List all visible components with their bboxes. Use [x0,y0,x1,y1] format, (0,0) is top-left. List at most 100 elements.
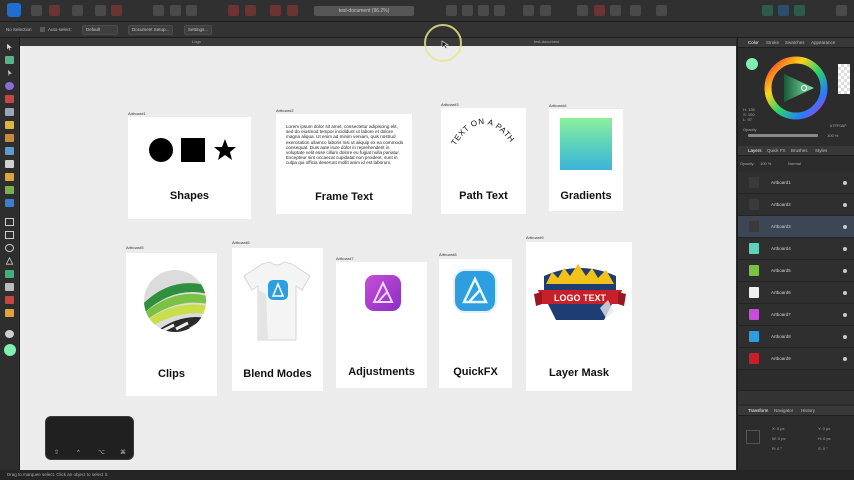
artboard-adjustments[interactable]: Adjustments [336,262,427,388]
layer-visibility-toggle[interactable] [843,335,847,339]
anchor-selector[interactable] [746,430,760,444]
eyedropper-tool-icon[interactable] [5,296,14,304]
auto-select-checkbox[interactable] [40,27,45,32]
artboard-clips[interactable]: Clips [126,253,217,396]
opacity-slider[interactable] [748,134,818,137]
artboard-path-text[interactable]: TEXT ON A PATH Path Text [441,108,526,214]
tab-styles[interactable]: Styles [815,148,827,154]
zoom-tool-icon[interactable] [5,330,14,338]
assistant-icon[interactable] [656,5,667,16]
snapping-icon[interactable] [540,5,551,16]
export-persona-icon[interactable] [72,5,83,16]
layer-row[interactable]: Artboard7 [738,304,854,326]
layer-row[interactable]: Artboard4 [738,238,854,260]
layer-visibility-toggle[interactable] [843,203,847,207]
pen-tool-icon[interactable] [5,108,14,116]
layer-visibility-toggle[interactable] [843,225,847,229]
vector-crop-icon[interactable] [5,186,14,194]
document-setup-button[interactable]: Document Setup... [128,25,174,35]
align-left-icon[interactable] [153,5,164,16]
transform-w[interactable]: W: 0 px [772,436,786,441]
canvas-area[interactable]: Artboard1 Shapes Artboard2 Lorem ipsum d… [20,46,736,470]
layer-row[interactable]: Artboard9 [738,348,854,370]
snapping-magnet-icon[interactable] [594,5,605,16]
tab-logo[interactable]: Logo [192,39,201,45]
blend-mode-dropdown[interactable]: Normal [788,161,801,166]
transform-y[interactable]: Y: 0 px [818,426,830,431]
tab-layers[interactable]: Layers [748,148,762,154]
settings-icon[interactable] [95,5,106,16]
color-wheel[interactable] [764,56,828,120]
boolean-subtract-icon[interactable] [245,5,256,16]
tab-brushes[interactable]: Brushes [791,148,808,154]
node-tool-icon[interactable] [5,69,14,77]
color-picker-icon[interactable] [5,309,14,317]
align-right-icon[interactable] [186,5,197,16]
layer-row[interactable]: Artboard3 [738,216,854,238]
tab-test-document[interactable]: test-document [534,39,559,45]
tab-stroke[interactable]: Stroke [766,40,779,46]
tab-color[interactable]: Color [748,40,759,46]
layer-opacity-value[interactable]: 100 % [760,161,771,166]
layer-row[interactable]: Artboard8 [738,326,854,348]
layer-visibility-toggle[interactable] [843,247,847,251]
fill-tool-icon[interactable] [5,147,14,155]
arrange-icon[interactable] [478,5,489,16]
account-icon[interactable] [836,5,847,16]
boolean-xor-icon[interactable] [287,5,298,16]
transform-r[interactable]: R: 0 ° [772,446,782,451]
artboard-shapes[interactable]: Shapes [128,117,251,219]
cloud-icon[interactable] [794,5,805,16]
tab-navigator[interactable]: Navigator [774,408,793,414]
hex-value[interactable]: #7FF0AF [830,123,847,128]
tab-swatches[interactable]: Swatches [785,40,805,46]
settings-button[interactable]: Settings... [184,25,213,35]
rotate-icon[interactable] [523,5,534,16]
pencil-tool-icon[interactable] [5,121,14,129]
contour-tool-icon[interactable] [5,95,14,103]
layer-row[interactable]: Artboard2 [738,194,854,216]
layer-visibility-toggle[interactable] [843,291,847,295]
transform-x[interactable]: X: 0 px [772,426,784,431]
fill-color-swatch[interactable] [4,344,16,356]
boolean-add-icon[interactable] [228,5,239,16]
studio-panel-icon[interactable] [762,5,773,16]
transparency-tool-icon[interactable] [5,160,14,168]
pixel-tool-icon[interactable] [5,173,14,181]
move-back-icon[interactable] [462,5,473,16]
user-icon[interactable] [778,5,789,16]
text-tool-icon[interactable] [5,283,14,291]
app-logo-icon[interactable] [7,3,21,17]
layer-visibility-toggle[interactable] [843,269,847,273]
transform-icon[interactable] [630,5,641,16]
ellipse-tool-icon[interactable] [5,244,14,252]
tab-transform[interactable]: Transform [748,408,768,414]
layer-row[interactable]: Artboard1 [738,172,854,194]
artboard-frame-text[interactable]: Lorem ipsum dolor sit amet, consectetur … [276,114,412,214]
brush-tool-icon[interactable] [5,134,14,142]
layer-visibility-toggle[interactable] [843,181,847,185]
tab-appearance[interactable]: Appearance [811,40,835,46]
tab-history[interactable]: History [801,408,815,414]
transform-h[interactable]: H: 0 px [818,436,831,441]
record-icon[interactable] [111,5,122,16]
artboard-layer-mask[interactable]: LOGO TEXT Layer Mask [526,242,632,391]
boolean-intersect-icon[interactable] [270,5,281,16]
layer-row[interactable]: Artboard6 [738,282,854,304]
artboard-blend-modes[interactable]: Blend Modes [232,248,323,391]
pixel-persona-icon[interactable] [49,5,60,16]
tab-quick-fx[interactable]: Quick FX [767,148,786,154]
layer-row[interactable]: Artboard5 [738,260,854,282]
layer-visibility-toggle[interactable] [843,357,847,361]
artboard-gradients[interactable]: Gradients [549,109,623,211]
triangle-tool-icon[interactable] [5,257,14,265]
rectangle-tool-icon[interactable] [5,231,14,239]
artboard-tool-icon[interactable] [5,56,14,64]
music-icon[interactable] [577,5,588,16]
layer-visibility-toggle[interactable] [843,313,847,317]
artboard-quickfx[interactable]: QuickFX [439,259,512,388]
snap-options-icon[interactable] [610,5,621,16]
point-transform-icon[interactable] [5,82,14,90]
transform-s[interactable]: S: 0 ° [818,446,828,451]
align-center-icon[interactable] [170,5,181,16]
